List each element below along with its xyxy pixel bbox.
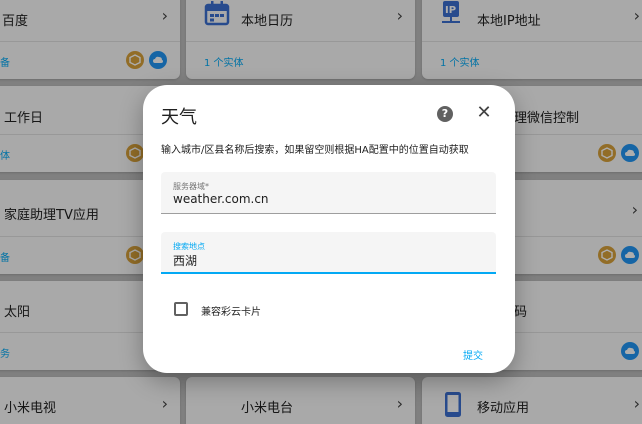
- search-location-field[interactable]: 搜索地点 西湖: [161, 232, 496, 274]
- server-domain-value[interactable]: weather.com.cn: [173, 192, 269, 206]
- close-icon[interactable]: ✕: [475, 104, 493, 122]
- server-domain-label: 服务器域*: [173, 182, 209, 191]
- dialog-title: 天气: [161, 107, 197, 128]
- submit-button[interactable]: 提交: [463, 347, 483, 362]
- dialog-description: 输入城市/区县名称后搜索，如果留空则根据HA配置中的位置自动获取: [161, 145, 469, 156]
- caiyun-compat-checkbox[interactable]: [174, 302, 188, 316]
- caiyun-compat-label: 兼容彩云卡片: [201, 307, 261, 318]
- help-icon[interactable]: ?: [437, 106, 453, 122]
- search-location-label: 搜索地点: [173, 242, 205, 251]
- server-domain-field[interactable]: 服务器域* weather.com.cn: [161, 172, 496, 214]
- search-location-value[interactable]: 西湖: [173, 252, 197, 269]
- weather-config-dialog: 天气 ? ✕ 输入城市/区县名称后搜索，如果留空则根据HA配置中的位置自动获取 …: [143, 85, 515, 373]
